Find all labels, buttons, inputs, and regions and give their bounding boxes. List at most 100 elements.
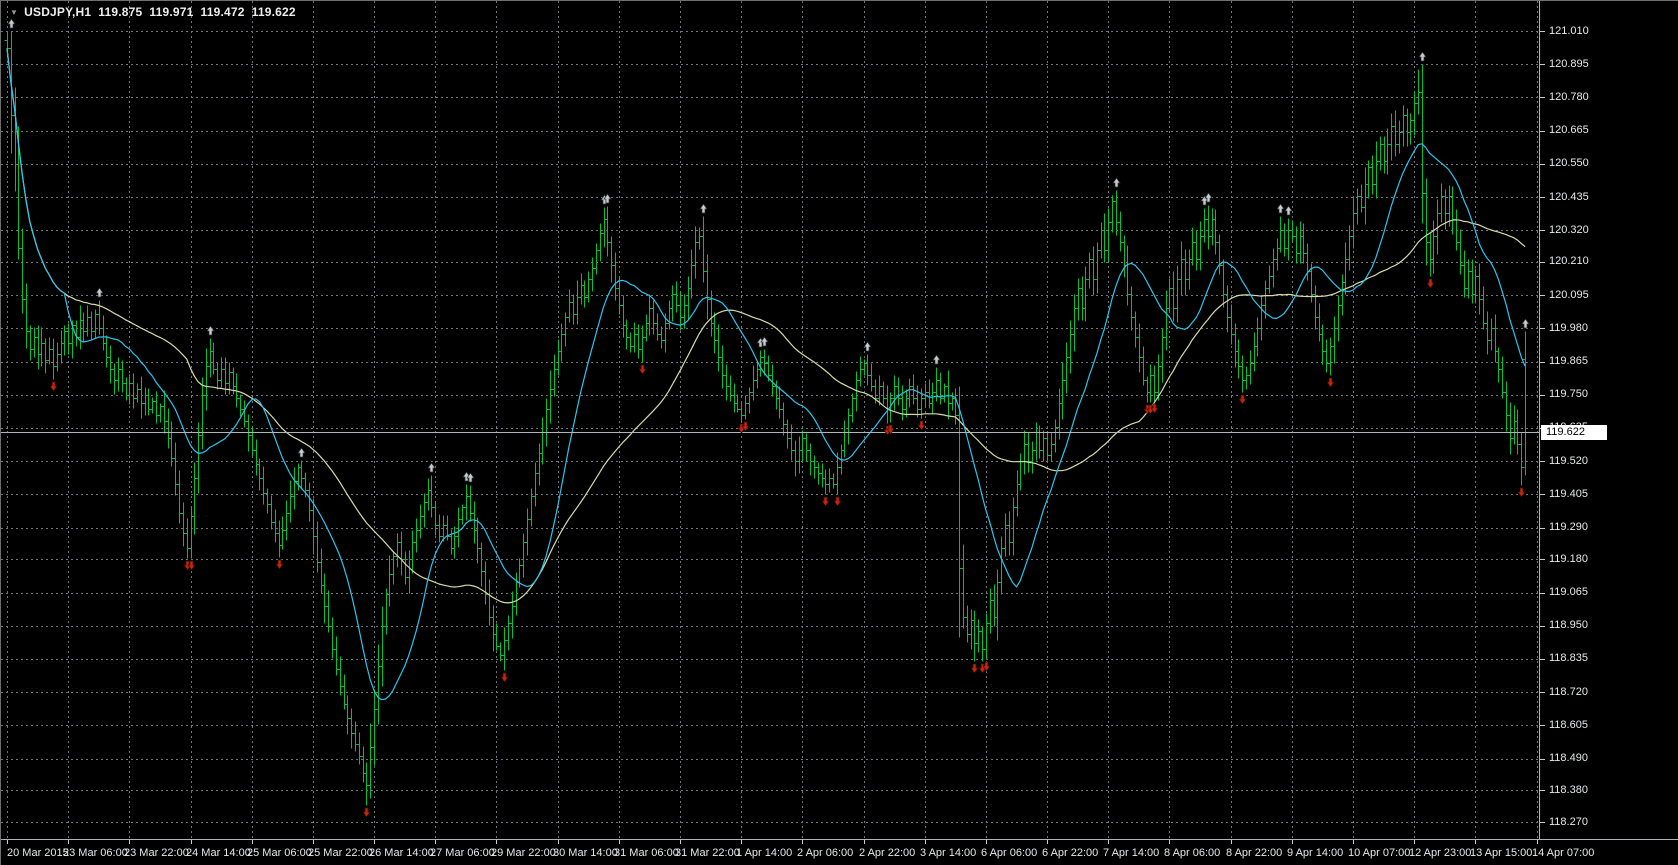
price-label: 120.210: [1549, 255, 1589, 267]
price-label: 120.095: [1549, 289, 1589, 301]
price-label: 120.435: [1549, 191, 1589, 203]
time-label: 2 Apr 06:00: [797, 847, 853, 859]
time-label: 31 Mar 22:00: [675, 847, 740, 859]
chart-canvas[interactable]: [1, 1, 1539, 839]
price-label: 118.720: [1549, 686, 1588, 698]
price-label: 120.895: [1549, 58, 1589, 70]
price-label: 119.865: [1549, 355, 1588, 367]
time-label: 27 Mar 06:00: [430, 847, 495, 859]
price-tick-mark: [1540, 626, 1545, 627]
time-label: 29 Mar 22:00: [491, 847, 556, 859]
price-label: 119.405: [1549, 488, 1588, 500]
time-tick-mark: [1537, 840, 1538, 844]
price-tick-mark: [1540, 164, 1545, 165]
price-tick-mark: [1540, 790, 1545, 791]
price-label: 118.380: [1549, 784, 1588, 796]
time-label: 31 Mar 06:00: [614, 847, 679, 859]
time-tick-mark: [1047, 840, 1048, 844]
time-tick-mark: [619, 840, 620, 844]
time-tick-mark: [741, 840, 742, 844]
time-label: 13 Apr 15:00: [1470, 847, 1532, 859]
price-tick-mark: [1540, 395, 1545, 396]
price-label: 119.065: [1549, 586, 1588, 598]
time-label: 3 Apr 14:00: [920, 847, 976, 859]
time-tick-mark: [802, 840, 803, 844]
price-tick-mark: [1540, 362, 1545, 363]
price-label: 120.320: [1549, 224, 1589, 236]
chevron-down-icon: ▼: [10, 8, 18, 17]
time-tick-mark: [129, 840, 130, 844]
time-tick-mark: [1353, 840, 1354, 844]
price-label: 118.605: [1549, 719, 1588, 731]
price-label: 119.290: [1549, 521, 1588, 533]
chart-area[interactable]: ▼USDJPY,H1119.875119.971119.472119.622: [1, 1, 1539, 839]
time-tick-mark: [1108, 840, 1109, 844]
time-tick-mark: [7, 840, 8, 844]
time-tick-mark: [986, 840, 987, 844]
time-tick-mark: [1292, 840, 1293, 844]
price-tick-mark: [1540, 131, 1545, 132]
time-label: 6 Apr 22:00: [1042, 847, 1098, 859]
ma-fast-line: [7, 48, 1525, 699]
time-label: 25 Mar 06:00: [247, 847, 312, 859]
time-label: 1 Apr 14:00: [736, 847, 792, 859]
time-label: 10 Apr 07:00: [1348, 847, 1410, 859]
price-tick-mark: [1540, 759, 1545, 760]
price-label: 120.780: [1549, 91, 1589, 103]
time-label: 2 Apr 22:00: [859, 847, 915, 859]
price-scale[interactable]: 119.622 121.010 120.895 120.780 120.665 120.…: [1539, 1, 1678, 839]
time-tick-mark: [1231, 840, 1232, 844]
time-label: 8 Apr 06:00: [1164, 847, 1220, 859]
time-tick-mark: [496, 840, 497, 844]
price-tick-mark: [1540, 822, 1545, 823]
time-label: 23 Mar 06:00: [63, 847, 128, 859]
time-label: 26 Mar 14:00: [369, 847, 434, 859]
price-tick-mark: [1540, 64, 1545, 65]
time-tick-mark: [925, 840, 926, 844]
time-tick-mark: [191, 840, 192, 844]
price-label: 119.180: [1549, 553, 1588, 565]
time-tick-mark: [1169, 840, 1170, 844]
time-tick-mark: [680, 840, 681, 844]
price-tick-mark: [1540, 593, 1545, 594]
current-price-badge: 119.622: [1541, 425, 1607, 440]
time-tick-mark: [374, 840, 375, 844]
grid-lines: [1, 1, 1539, 839]
time-tick-mark: [68, 840, 69, 844]
symbol-title: ▼USDJPY,H1119.875119.971119.472119.622: [10, 5, 296, 19]
time-label: 12 Apr 23:00: [1409, 847, 1471, 859]
price-label: 120.665: [1549, 124, 1589, 136]
price-tick-mark: [1540, 230, 1545, 231]
low-value: 119.472: [201, 5, 245, 19]
price-label: 118.950: [1549, 619, 1588, 631]
price-label: 118.490: [1549, 752, 1588, 764]
price-label: 119.750: [1549, 388, 1588, 400]
time-label: 7 Apr 14:00: [1103, 847, 1159, 859]
high-value: 119.971: [149, 5, 193, 19]
price-label: 120.550: [1549, 157, 1589, 169]
price-tick-mark: [1540, 328, 1545, 329]
price-label: 121.010: [1549, 25, 1589, 37]
time-tick-mark: [313, 840, 314, 844]
sell-arrow-markers: [50, 279, 1525, 817]
time-label: 9 Apr 14:00: [1287, 847, 1343, 859]
time-tick-mark: [435, 840, 436, 844]
time-label: 25 Mar 22:00: [308, 847, 373, 859]
price-label: 118.835: [1549, 652, 1588, 664]
time-tick-mark: [864, 840, 865, 844]
time-label: 23 Mar 22:00: [124, 847, 189, 859]
time-tick-mark: [252, 840, 253, 844]
price-tick-mark: [1540, 494, 1545, 495]
price-tick-mark: [1540, 97, 1545, 98]
time-scale[interactable]: 20 Mar 201523 Mar 06:0023 Mar 22:0024 Ma…: [1, 839, 1678, 865]
time-tick-mark: [1475, 840, 1476, 844]
price-tick-mark: [1540, 528, 1545, 529]
time-label: 20 Mar 2015: [7, 847, 69, 859]
price-label: 119.980: [1549, 322, 1588, 334]
price-label: 119.520: [1549, 455, 1588, 467]
price-label: 118.270: [1549, 816, 1588, 828]
price-tick-mark: [1540, 262, 1545, 263]
open-value: 119.875: [98, 5, 142, 19]
price-tick-mark: [1540, 461, 1545, 462]
ohlc-bars: [5, 32, 1529, 806]
